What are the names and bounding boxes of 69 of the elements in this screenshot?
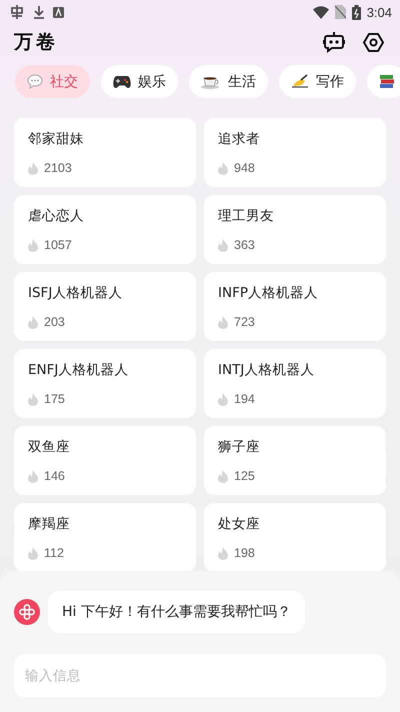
character-name: 邻家甜妹 bbox=[28, 130, 85, 148]
popularity-count: 723 bbox=[234, 315, 255, 329]
character-name: ENFJ人格机器人 bbox=[28, 361, 130, 379]
character-card[interactable]: ISFJ人格机器人 203 bbox=[14, 272, 196, 341]
character-name: 虐心恋人 bbox=[28, 207, 85, 225]
flame-icon bbox=[218, 316, 228, 328]
flame-icon bbox=[218, 162, 228, 174]
flame-icon bbox=[218, 546, 228, 560]
flame-icon bbox=[28, 316, 38, 328]
flame-icon bbox=[218, 238, 228, 252]
character-card[interactable]: INFP人格机器人 723 bbox=[204, 272, 386, 341]
flame-icon bbox=[218, 392, 228, 406]
category-tab[interactable] bbox=[367, 65, 400, 98]
popularity-count: 112 bbox=[44, 546, 64, 560]
character-name: 双鱼座 bbox=[28, 438, 71, 456]
clock-time: 3:04 bbox=[366, 4, 392, 20]
flame-icon bbox=[28, 546, 38, 560]
category-tab[interactable]: 写作 bbox=[279, 65, 356, 98]
speech-bubble-icon bbox=[27, 74, 43, 89]
character-name: 处女座 bbox=[218, 515, 261, 533]
popularity-count: 146 bbox=[44, 469, 65, 483]
flame-icon bbox=[28, 392, 38, 406]
flame-icon bbox=[28, 238, 38, 252]
category-tab[interactable]: 生活 bbox=[189, 65, 268, 98]
character-card[interactable]: 追求者 948 bbox=[204, 118, 386, 187]
wifi-icon bbox=[312, 6, 329, 18]
message-input-field[interactable]: 输入信息 bbox=[14, 654, 386, 697]
popularity-count: 194 bbox=[234, 392, 255, 406]
flower-avatar-icon bbox=[14, 599, 40, 625]
app-title: 万卷 bbox=[14, 30, 58, 55]
greeting-message: Hi 下午好！有什么事需要我帮忙吗？ bbox=[62, 604, 291, 620]
gamepad-icon bbox=[113, 74, 131, 88]
character-card[interactable]: INTJ人格机器人 194 bbox=[204, 349, 386, 418]
flame-icon bbox=[28, 162, 38, 174]
popularity-count: 1057 bbox=[44, 238, 72, 252]
coffee-cup-icon bbox=[201, 74, 221, 88]
books-icon bbox=[379, 74, 395, 89]
character-card[interactable]: 邻家甜妹 2103 bbox=[14, 118, 196, 187]
character-name: INTJ人格机器人 bbox=[218, 361, 316, 379]
character-card[interactable]: ENFJ人格机器人 175 bbox=[14, 349, 196, 418]
character-card[interactable]: 狮子座 125 bbox=[204, 426, 386, 495]
flame-icon bbox=[218, 470, 228, 482]
character-name: 狮子座 bbox=[218, 438, 261, 456]
download-icon bbox=[33, 5, 45, 19]
popularity-count: 363 bbox=[234, 238, 255, 252]
popularity-count: 948 bbox=[234, 161, 255, 175]
character-card[interactable]: 处女座 198 bbox=[204, 503, 386, 572]
category-tab[interactable]: 娱乐 bbox=[101, 65, 178, 98]
popularity-count: 2103 bbox=[44, 161, 72, 175]
character-card[interactable]: 摩羯座 112 bbox=[14, 503, 196, 572]
popularity-count: 203 bbox=[44, 315, 65, 329]
flame-icon bbox=[28, 470, 38, 482]
character-name: 摩羯座 bbox=[28, 515, 71, 533]
app-notification-icon bbox=[53, 6, 64, 18]
battery-icon bbox=[352, 4, 361, 20]
character-card[interactable]: 虐心恋人 1057 bbox=[14, 195, 196, 264]
character-name: 理工男友 bbox=[218, 207, 275, 225]
settings-icon[interactable] bbox=[363, 32, 384, 52]
popularity-count: 175 bbox=[44, 392, 65, 406]
popularity-count: 125 bbox=[234, 469, 255, 483]
no-sim-icon bbox=[334, 5, 346, 19]
character-name: 追求者 bbox=[218, 130, 261, 148]
robot-icon[interactable] bbox=[323, 31, 345, 53]
character-card[interactable]: 双鱼座 146 bbox=[14, 426, 196, 495]
writing-hand-icon bbox=[291, 74, 309, 89]
character-name: INFP人格机器人 bbox=[218, 284, 319, 302]
popularity-count: 198 bbox=[234, 546, 255, 560]
character-name: ISFJ人格机器人 bbox=[28, 284, 124, 302]
character-card[interactable]: 理工男友 363 bbox=[204, 195, 386, 264]
